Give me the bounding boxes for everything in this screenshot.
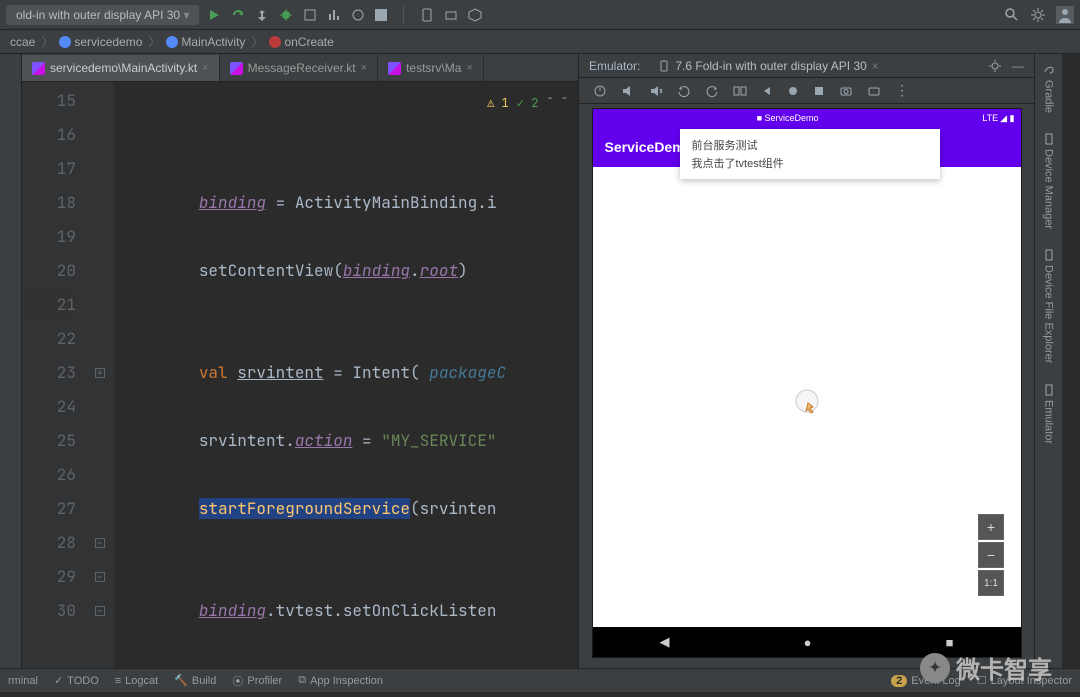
editor-tabs: servicedemo\MainActivity.kt× MessageRece… — [22, 54, 578, 82]
close-icon[interactable]: × — [361, 62, 367, 74]
gear-icon[interactable] — [988, 59, 1002, 73]
tab-testsrv[interactable]: testsrv\Ma× — [378, 55, 484, 81]
emulator-tool[interactable]: Emulator — [1043, 384, 1055, 444]
bc-item[interactable]: onCreate — [269, 35, 333, 49]
gear-icon[interactable] — [1030, 7, 1046, 23]
sync-icon[interactable] — [255, 8, 269, 22]
sdk-icon[interactable] — [444, 8, 458, 22]
apply-changes-icon[interactable] — [231, 8, 245, 22]
bc-item[interactable]: servicedemo — [59, 35, 142, 49]
search-icon[interactable] — [1004, 7, 1020, 23]
avatar-icon[interactable] — [1056, 6, 1074, 24]
line-gutter: 15161718 19202122 23242526 27282930 — [22, 82, 86, 668]
device-selector[interactable]: old-in with outer display API 30 ▾ — [6, 5, 199, 25]
editor-body[interactable]: 15161718 19202122 23242526 27282930 ⚠ 1✓… — [22, 82, 578, 668]
terminal-tool[interactable]: rminal — [8, 675, 38, 687]
nav-home[interactable]: ● — [804, 635, 812, 650]
main-toolbar: old-in with outer display API 30 ▾ — [0, 0, 1080, 30]
notif-body: 我点击了tvtest组件 — [692, 155, 928, 171]
notif-title: 前台服务测试 — [692, 137, 928, 153]
more-icon[interactable]: ⋮ — [895, 82, 909, 99]
profiler-tool[interactable]: ⦿ Profiler — [232, 673, 282, 689]
screenshot-icon[interactable] — [839, 84, 853, 98]
todo-tool[interactable]: ✓ TODO — [54, 674, 99, 687]
wechat-icon: ✦ — [920, 653, 950, 683]
device-file-tool[interactable]: Device File Explorer — [1043, 249, 1055, 363]
kotlin-icon — [32, 62, 45, 75]
stop-icon[interactable] — [375, 9, 387, 21]
avd-icon[interactable] — [420, 8, 434, 22]
bc-item[interactable]: ccae — [10, 35, 35, 49]
profile-icon[interactable] — [327, 8, 341, 22]
close-icon[interactable]: × — [466, 62, 472, 74]
cube-icon[interactable] — [468, 8, 482, 22]
rotate-right-icon[interactable] — [705, 84, 719, 98]
emulator-title: Emulator: — [589, 59, 640, 73]
emulator-toolbar: ⋮ — [579, 78, 1034, 104]
kotlin-icon — [388, 62, 401, 75]
emulator-device[interactable]: 7.6 Fold-in with outer display API 30 × — [650, 57, 886, 75]
power-icon[interactable] — [593, 84, 607, 98]
tab-messagereceiver[interactable]: MessageReceiver.kt× — [220, 55, 378, 81]
touch-cursor — [792, 389, 822, 422]
zoom-in-button[interactable]: + — [978, 514, 1004, 540]
zoom-fit-button[interactable]: 1:1 — [978, 570, 1004, 596]
status-bar: ■ ServiceDemoLTE ◢ ▮ — [593, 109, 1021, 127]
bottom-toolbar: rminal ✓ TODO ≡ Logcat 🔨 Build ⦿ Profile… — [0, 668, 1080, 692]
coverage-icon[interactable] — [303, 8, 317, 22]
watermark: ✦ 微卡智享 — [920, 650, 1052, 685]
logcat-tool[interactable]: ≡ Logcat — [115, 675, 158, 687]
record-icon[interactable] — [867, 84, 881, 98]
zoom-controls: + − 1:1 — [978, 514, 1004, 596]
close-icon[interactable]: × — [202, 62, 208, 74]
back-icon[interactable] — [761, 85, 773, 97]
right-tool-strip: Gradle Device Manager Device File Explor… — [1034, 54, 1062, 668]
left-tool-strip — [0, 54, 22, 668]
app-inspection-tool[interactable]: ⧉ App Inspection — [298, 674, 383, 687]
emulator-pane: Emulator: 7.6 Fold-in with outer display… — [578, 54, 1034, 668]
overview-icon[interactable] — [813, 85, 825, 97]
rotate-left-icon[interactable] — [677, 84, 691, 98]
volume-down-icon[interactable] — [649, 84, 663, 98]
fold-gutter — [86, 82, 114, 668]
kotlin-icon — [230, 62, 243, 75]
gradle-tool[interactable]: Gradle — [1043, 64, 1055, 113]
bc-item[interactable]: MainActivity — [166, 35, 245, 49]
emulator-header: Emulator: 7.6 Fold-in with outer display… — [579, 54, 1034, 78]
home-icon[interactable] — [787, 85, 799, 97]
volume-up-icon[interactable] — [621, 84, 635, 98]
device-screen[interactable]: ■ ServiceDemoLTE ◢ ▮ ServiceDemo 前台服务测试 … — [592, 108, 1022, 658]
notification-card[interactable]: 前台服务测试 我点击了tvtest组件 — [680, 129, 940, 179]
editor-pane: servicedemo\MainActivity.kt× MessageRece… — [22, 54, 578, 668]
zoom-out-button[interactable]: − — [978, 542, 1004, 568]
debug-icon[interactable] — [279, 8, 293, 22]
code-area[interactable]: ⚠ 1✓ 2ˆ ˇ binding = ActivityMainBinding.… — [114, 82, 578, 668]
build-tool[interactable]: 🔨 Build — [174, 674, 216, 687]
tab-mainactivity[interactable]: servicedemo\MainActivity.kt× — [22, 55, 220, 81]
breadcrumb: ccae〉 servicedemo〉 MainActivity〉 onCreat… — [0, 30, 1080, 54]
run-icon[interactable] — [207, 8, 221, 22]
inspection-indicators[interactable]: ⚠ 1✓ 2ˆ ˇ — [487, 86, 568, 120]
hide-icon[interactable]: — — [1012, 59, 1024, 73]
device-manager-tool[interactable]: Device Manager — [1043, 133, 1055, 229]
fold-icon[interactable] — [733, 84, 747, 98]
nav-back[interactable]: ◀ — [660, 634, 670, 650]
nav-recent[interactable]: ■ — [946, 635, 954, 650]
attach-icon[interactable] — [351, 8, 365, 22]
